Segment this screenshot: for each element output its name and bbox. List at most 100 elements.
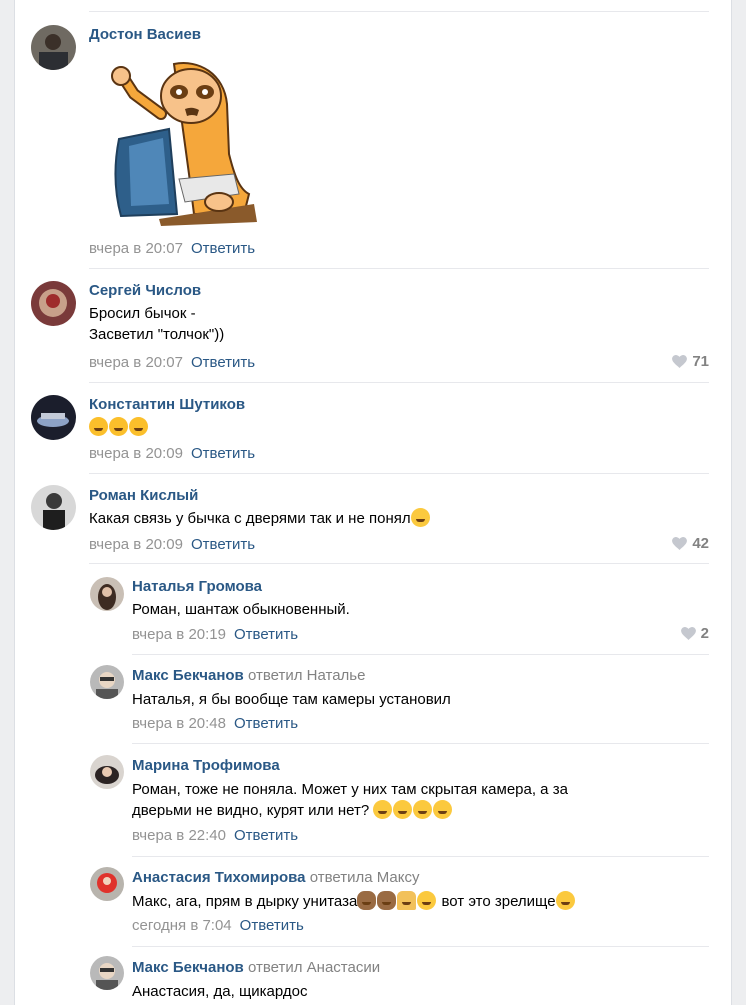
comment-text: Анастасия, да, щикардос <box>132 983 308 1000</box>
man-emoji <box>397 891 417 910</box>
divider <box>89 563 709 564</box>
avatar[interactable] <box>31 485 76 530</box>
author-name[interactable]: Анастасия Тихомирова ответила Максу <box>132 869 419 886</box>
laugh-emoji <box>89 417 108 436</box>
like-button[interactable]: 71 <box>672 353 709 370</box>
grin-emoji <box>555 891 575 910</box>
avatar[interactable] <box>90 665 124 699</box>
replied-to-name[interactable]: Максу <box>377 869 420 886</box>
like-button[interactable]: 42 <box>672 535 709 552</box>
monkey-emoji <box>377 891 397 910</box>
comment-text: Макс, ага, прям в дырку унитаза вот это … <box>132 891 576 912</box>
comment-body: Макс, ага, прям в дырку унитаза <box>132 893 358 910</box>
reply-link[interactable]: Ответить <box>191 536 255 553</box>
divider <box>89 11 709 12</box>
replied-to-name[interactable]: Наталье <box>307 667 366 684</box>
author-name[interactable]: Роман Кислый <box>89 487 198 504</box>
reply-link[interactable]: Ответить <box>234 626 298 643</box>
timestamp[interactable]: вчера в 20:07 <box>89 240 183 257</box>
thinking-emoji <box>433 800 453 819</box>
comment-meta: вчера в 20:07 Ответить <box>89 354 255 371</box>
avatar[interactable] <box>90 956 124 990</box>
comment-meta: сегодня в 7:04 Ответить <box>132 917 304 934</box>
divider <box>132 946 709 947</box>
comment-body: Какая связь у бычка с дверями так и не п… <box>89 510 411 527</box>
comments-card: Достон Васиев вчера в 20:07 Ответить Сер… <box>14 0 732 1005</box>
replied-label: ответил <box>247 959 303 976</box>
reply-link[interactable]: Ответить <box>191 240 255 257</box>
reply-link[interactable]: Ответить <box>191 445 255 462</box>
comment-body-after: вот это зрелище <box>437 893 556 910</box>
reply-link[interactable]: Ответить <box>191 354 255 371</box>
replied-to: ответила Максу <box>310 869 420 886</box>
divider <box>89 473 709 474</box>
timestamp[interactable]: вчера в 20:19 <box>132 626 226 643</box>
comment-meta: вчера в 20:09 Ответить <box>89 536 255 553</box>
replied-to: ответил Анастасии <box>248 959 380 976</box>
timestamp[interactable]: вчера в 22:40 <box>132 827 226 844</box>
thinking-emoji <box>373 800 393 819</box>
divider <box>132 743 709 744</box>
comment-line: Бросил бычок - <box>89 305 196 322</box>
avatar[interactable] <box>31 25 76 70</box>
like-count: 71 <box>692 353 709 370</box>
comment-meta: вчера в 22:40 Ответить <box>132 827 298 844</box>
author-name[interactable]: Макс Бекчанов ответил Анастасии <box>132 959 380 976</box>
replied-label: ответила <box>309 869 373 886</box>
author-name[interactable]: Константин Шутиков <box>89 396 245 413</box>
laugh-emoji <box>109 417 128 436</box>
comment-text: Бросил бычок - Засветил "толчок")) <box>89 303 224 345</box>
comment-line: Засветил "толчок")) <box>89 326 225 343</box>
comment-text: Роман, шантаж обыкновенный. <box>132 601 350 618</box>
author-label[interactable]: Макс Бекчанов <box>132 667 244 684</box>
divider <box>132 856 709 857</box>
avatar[interactable] <box>31 281 76 326</box>
comment-meta: вчера в 20:07 Ответить <box>89 240 255 257</box>
timestamp[interactable]: сегодня в 7:04 <box>132 917 232 934</box>
author-name[interactable]: Наталья Громова <box>132 578 262 595</box>
heart-icon <box>680 627 696 640</box>
comment-text: Какая связь у бычка с дверями так и не п… <box>89 508 431 529</box>
heart-icon <box>672 355 688 368</box>
timestamp[interactable]: вчера в 20:07 <box>89 354 183 371</box>
comment-text: Роман, тоже не поняла. Может у них там с… <box>132 779 568 821</box>
reply-link[interactable]: Ответить <box>234 715 298 732</box>
reply-link[interactable]: Ответить <box>234 827 298 844</box>
avatar[interactable] <box>90 867 124 901</box>
comment-text: Наталья, я бы вообще там камеры установи… <box>132 691 451 708</box>
author-name[interactable]: Достон Васиев <box>89 26 201 43</box>
thinking-emoji <box>393 800 413 819</box>
monkey-emoji <box>357 891 377 910</box>
thinking-emoji <box>410 508 430 527</box>
thinking-emoji <box>413 800 433 819</box>
avatar[interactable] <box>90 577 124 611</box>
timestamp[interactable]: вчера в 20:48 <box>132 715 226 732</box>
grin-emoji <box>417 891 437 910</box>
reply-link[interactable]: Ответить <box>240 917 304 934</box>
divider <box>132 654 709 655</box>
author-name[interactable]: Марина Трофимова <box>132 757 280 774</box>
author-label[interactable]: Макс Бекчанов <box>132 959 244 976</box>
timestamp[interactable]: вчера в 20:09 <box>89 536 183 553</box>
divider <box>89 268 709 269</box>
sticker-sloth <box>99 54 259 229</box>
author-name[interactable]: Макс Бекчанов ответил Наталье <box>132 667 365 684</box>
author-label[interactable]: Анастасия Тихомирова <box>132 869 306 886</box>
author-name[interactable]: Сергей Числов <box>89 282 201 299</box>
heart-icon <box>672 537 688 550</box>
replied-to-name[interactable]: Анастасии <box>307 959 380 976</box>
comment-line-text: дверьми не видно, курят или нет? <box>132 802 374 819</box>
laugh-emoji <box>129 417 148 436</box>
replied-to: ответил Наталье <box>248 667 366 684</box>
comment-meta: вчера в 20:19 Ответить <box>132 626 298 643</box>
avatar[interactable] <box>31 395 76 440</box>
comment-line: дверьми не видно, курят или нет? <box>132 800 568 821</box>
avatar[interactable] <box>90 755 124 789</box>
timestamp[interactable]: вчера в 20:09 <box>89 445 183 462</box>
divider <box>89 382 709 383</box>
like-button[interactable]: 2 <box>680 625 709 642</box>
like-count: 42 <box>692 535 709 552</box>
like-count: 2 <box>700 625 709 642</box>
comment-line: Роман, тоже не поняла. Может у них там с… <box>132 781 568 798</box>
comment-meta: вчера в 20:48 Ответить <box>132 715 298 732</box>
